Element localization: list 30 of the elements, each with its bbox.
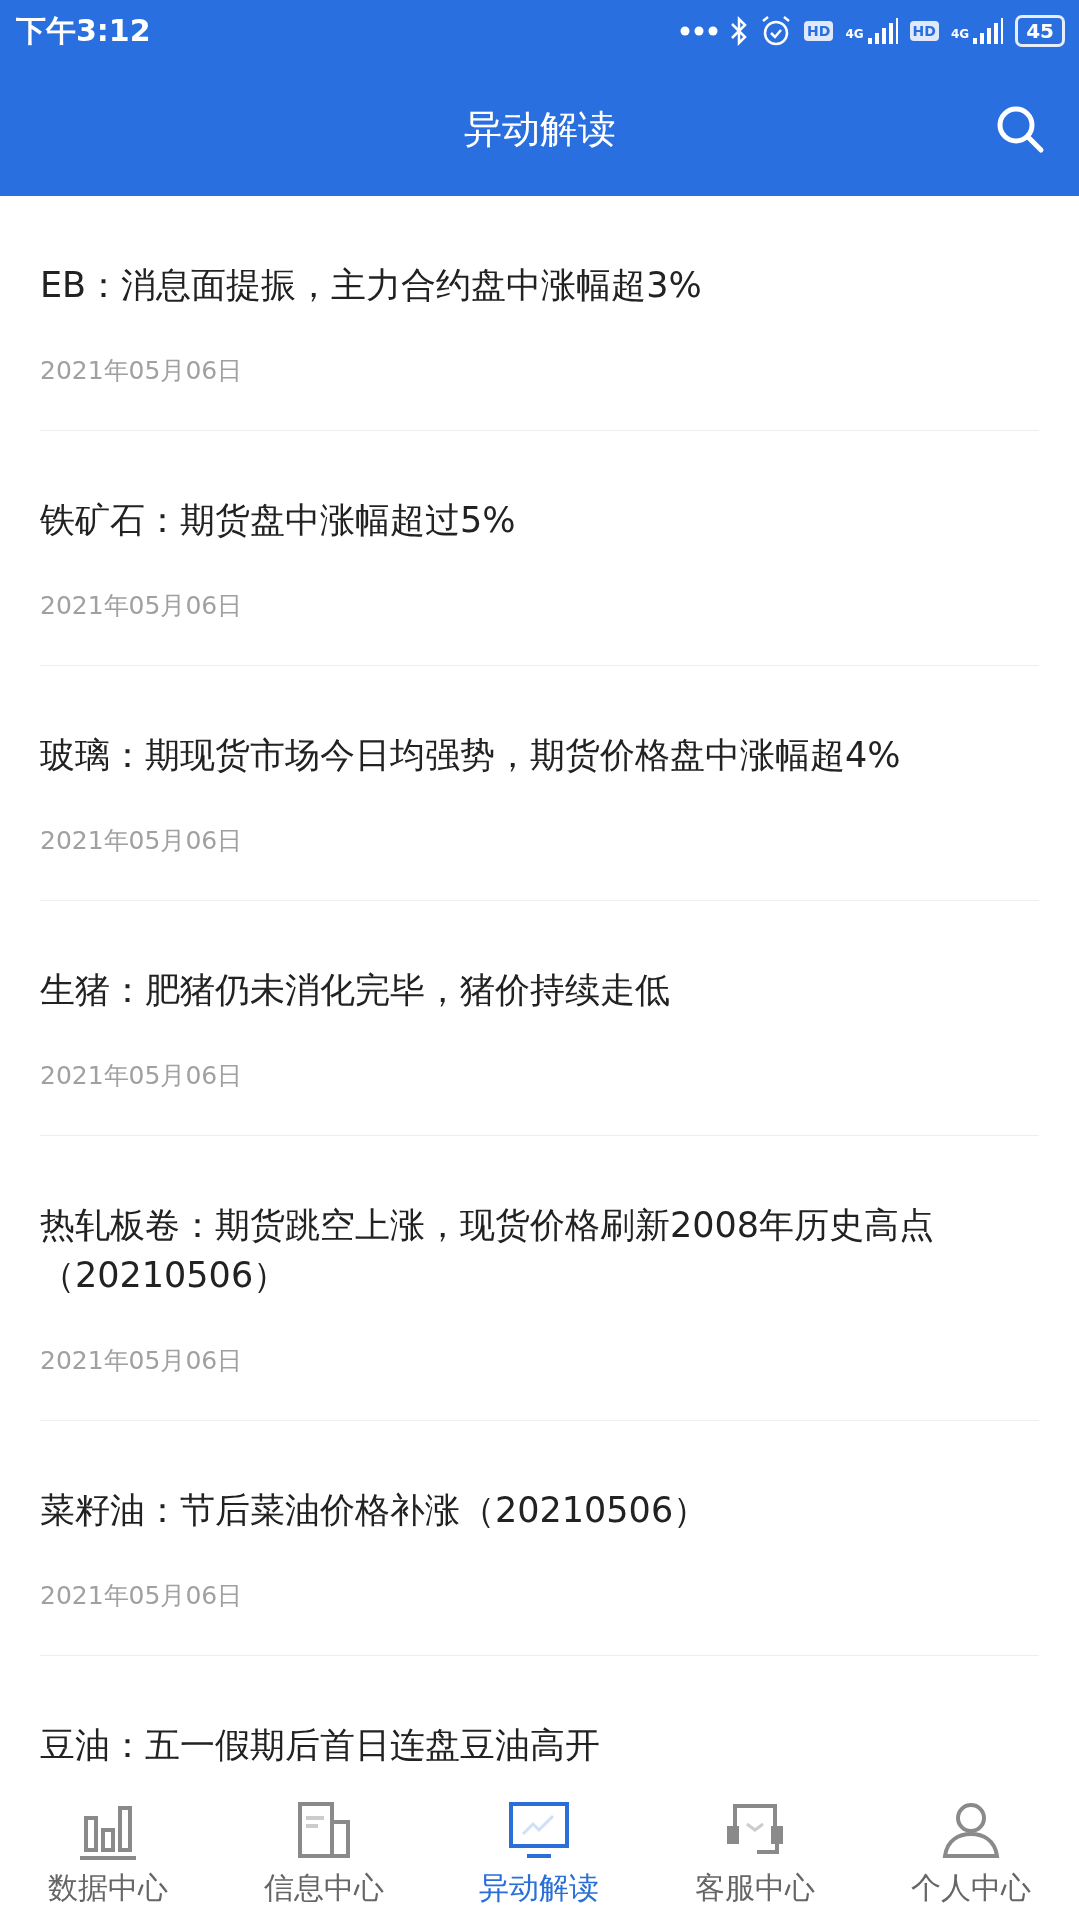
article-title[interactable]: 热轧板卷：期货跳空上涨，现货价格刷新2008年历史高点（20210506） [40, 1200, 1039, 1300]
hd-badge: HD [804, 21, 834, 41]
article-date: 2021年05月06日 [40, 1580, 244, 1612]
article-date: 2021年05月06日 [40, 590, 244, 622]
signal-icon [973, 18, 1004, 44]
bluetooth-icon [730, 16, 749, 46]
network-type: 4G [950, 27, 970, 41]
article-date: 2021年05月06日 [40, 825, 244, 857]
article-title[interactable]: 玻璃：期现货市场今日均强势，期货价格盘中涨幅超4% [40, 730, 1039, 780]
article-date: 2021年05月06日 [40, 355, 244, 387]
article-title[interactable]: 铁矿石：期货盘中涨幅超过5% [40, 495, 1039, 545]
article-title[interactable]: 菜籽油：节后菜油价格补涨（20210506） [40, 1485, 1039, 1535]
network-type: 4G [845, 27, 864, 41]
article-title[interactable]: 豆油：五一假期后首日连盘豆油高开 [40, 1720, 1039, 1770]
article-date: 2021年05月06日 [40, 1060, 244, 1092]
nav-tab[interactable]: 客服中心 [647, 1790, 864, 1920]
nav-tab[interactable]: 异动解读 [431, 1790, 648, 1920]
hd-badge: HD [909, 21, 939, 41]
more-dots-icon [680, 26, 719, 36]
nav-tab[interactable]: 数据中心 [0, 1790, 216, 1920]
status-time: 下午3:12 [16, 11, 152, 50]
nav-tab[interactable]: 信息中心 [215, 1790, 432, 1920]
page-title: 异动解读 [463, 105, 616, 153]
article-date: 2021年05月06日 [40, 1345, 244, 1377]
search-icon[interactable] [995, 104, 1045, 154]
article-title[interactable]: EB：消息面提振，主力合约盘中涨幅超3% [40, 260, 1039, 310]
battery-level: 45 [1015, 15, 1065, 47]
article-title[interactable]: 生猪：肥猪仍未消化完毕，猪价持续走低 [40, 965, 1039, 1015]
signal-icon [867, 18, 898, 44]
nav-tab[interactable]: 个人中心 [863, 1790, 1079, 1920]
